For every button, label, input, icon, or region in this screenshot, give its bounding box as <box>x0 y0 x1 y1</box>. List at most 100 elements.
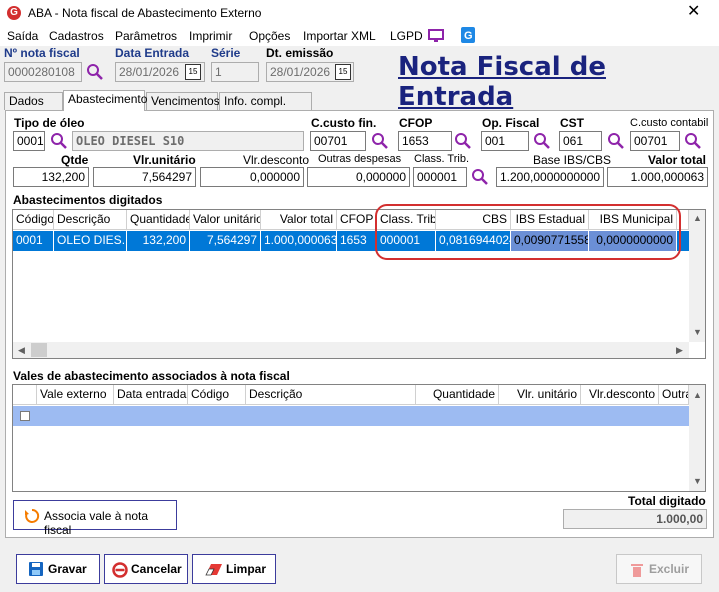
col-valor-total[interactable]: Valor total <box>261 210 337 230</box>
search-ccusto-contabil-icon[interactable] <box>684 132 702 150</box>
monitor-icon[interactable] <box>428 29 444 43</box>
associa-vale-button[interactable]: Associa vale à nota fiscal <box>13 500 177 537</box>
search-nota-icon[interactable] <box>86 63 104 81</box>
class-trib-field[interactable]: 000001 <box>413 167 467 187</box>
menu-opcoes[interactable]: Opções <box>249 29 290 43</box>
op-fiscal-label: Op. Fiscal <box>482 116 540 130</box>
ccusto-contabil-label: C.custo contabil <box>630 117 709 129</box>
menu-parametros[interactable]: Parâmetros <box>115 29 177 43</box>
tab-dados-nf[interactable]: Dados NF <box>4 92 63 124</box>
tab-vencimentos[interactable]: Vencimentos <box>146 92 220 110</box>
calendar-entrada-icon[interactable]: 15 <box>185 64 201 80</box>
scroll-thumb[interactable] <box>31 343 47 357</box>
col-codigo[interactable]: Código <box>13 210 54 230</box>
search-cst-icon[interactable] <box>607 132 625 150</box>
tipo-oleo-code-field[interactable]: 0001 <box>13 131 45 151</box>
page-title: Nota Fiscal de Entrada <box>398 52 606 112</box>
cell-quantidade: 132,200 <box>127 231 190 251</box>
serie-label: Série <box>211 46 241 60</box>
col-cfop[interactable]: CFOP <box>337 210 377 230</box>
vlr-unitario-label: Vlr.unitário <box>133 153 196 167</box>
serie-field[interactable]: 1 <box>211 62 259 82</box>
abastecimentos-title: Abastecimentos digitados <box>13 193 163 207</box>
close-icon[interactable]: ✕ <box>687 3 700 21</box>
tab-abastecimento[interactable]: Abastecimento <box>63 90 147 111</box>
cancel-icon <box>112 562 128 578</box>
data-entrada-value: 28/01/2026 <box>119 65 180 79</box>
ccusto-fin-field[interactable]: 00701 <box>310 131 366 151</box>
menu-cadastros[interactable]: Cadastros <box>49 29 104 43</box>
scroll-up-icon[interactable]: ▲ <box>689 210 705 226</box>
vlr-desconto-field[interactable]: 0,000000 <box>200 167 304 187</box>
op-fiscal-field[interactable]: 001 <box>481 131 529 151</box>
menu-saida[interactable]: Saída <box>7 29 38 43</box>
associa-vale-label: Associa vale à nota fiscal <box>44 509 149 537</box>
vlr-unitario-field[interactable]: 7,564297 <box>93 167 196 187</box>
gravar-button[interactable]: Gravar <box>16 554 100 584</box>
nota-field[interactable]: 0000280108 <box>4 62 82 82</box>
col-descricao[interactable]: Descrição <box>54 210 127 230</box>
ccusto-contabil-field[interactable]: 00701 <box>630 131 680 151</box>
col-data-entrada[interactable]: Data entrada <box>114 385 188 405</box>
calendar-emissao-icon[interactable]: 15 <box>335 64 351 80</box>
limpar-label: Limpar <box>226 562 267 576</box>
cfop-field[interactable]: 1653 <box>398 131 452 151</box>
scroll-down-icon[interactable]: ▼ <box>689 324 705 340</box>
col-quantidade[interactable]: Quantidade <box>127 210 190 230</box>
col-check <box>13 385 37 405</box>
vales-scroll-up-icon[interactable]: ▲ <box>689 387 705 403</box>
vales-vscroll[interactable]: ▲ ▼ <box>689 385 705 491</box>
cst-field[interactable]: 061 <box>559 131 602 151</box>
trash-icon <box>631 564 643 577</box>
scroll-left-icon[interactable]: ◀ <box>13 342 30 358</box>
row-checkbox[interactable] <box>20 411 30 421</box>
menu-imprimir[interactable]: Imprimir <box>189 29 232 43</box>
vales-empty-row[interactable] <box>13 406 689 426</box>
highlight-annotation <box>375 204 681 260</box>
app-g-icon[interactable]: G <box>461 27 475 43</box>
eraser-icon <box>205 564 222 576</box>
tipo-oleo-desc-field: OLEO DIESEL S10 <box>72 131 304 151</box>
base-ibs-label: Base IBS/CBS <box>533 153 612 167</box>
ccusto-fin-label: C.custo fin. <box>311 116 377 130</box>
dt-emissao-value: 28/01/2026 <box>270 65 331 79</box>
vales-grid[interactable]: Vale externo Data entrada Código Descriç… <box>12 384 706 492</box>
col-vlr-desconto-vale[interactable]: Vlr.desconto <box>581 385 659 405</box>
abastecimentos-hscroll[interactable]: ◀ ▶ <box>13 342 689 358</box>
cancelar-button[interactable]: Cancelar <box>104 554 188 584</box>
col-valor-unitario[interactable]: Valor unitário <box>190 210 261 230</box>
save-icon <box>29 562 43 576</box>
refresh-icon <box>25 508 40 523</box>
class-trib-label: Class. Trib. <box>414 153 470 165</box>
cfop-label: CFOP <box>399 116 433 130</box>
tipo-oleo-label: Tipo de óleo <box>14 116 85 130</box>
tab-info-compl-sped[interactable]: Info. compl. Sped <box>219 92 312 124</box>
limpar-button[interactable]: Limpar <box>192 554 276 584</box>
search-tipo-oleo-icon[interactable] <box>50 132 68 150</box>
valor-total-field[interactable]: 1.000,000063 <box>607 167 708 187</box>
excluir-button[interactable]: Excluir <box>616 554 702 584</box>
search-class-trib-icon[interactable] <box>471 168 489 186</box>
search-ccusto-fin-icon[interactable] <box>371 132 389 150</box>
search-op-fiscal-icon[interactable] <box>533 132 551 150</box>
col-vlr-unitario-vale[interactable]: Vlr. unitário <box>499 385 581 405</box>
menu-lgpd[interactable]: LGPD <box>390 29 423 43</box>
col-vale-externo[interactable]: Vale externo <box>37 385 114 405</box>
scroll-right-icon[interactable]: ▶ <box>671 342 688 358</box>
vales-scroll-down-icon[interactable]: ▼ <box>689 473 705 489</box>
col-outras-vale[interactable]: Outras <box>659 385 689 405</box>
outras-despesas-field[interactable]: 0,000000 <box>307 167 410 187</box>
col-codigo-vale[interactable]: Código <box>188 385 246 405</box>
col-quantidade-vale[interactable]: Quantidade <box>416 385 499 405</box>
app-logo-icon: G <box>7 6 21 20</box>
qtde-field[interactable]: 132,200 <box>13 167 89 187</box>
abastecimentos-vscroll[interactable]: ▲ ▼ <box>689 210 705 342</box>
base-ibs-field[interactable]: 1.200,0000000000 <box>496 167 604 187</box>
menu-importar-xml[interactable]: Importar XML <box>303 29 376 43</box>
cell-valor-total: 1.000,000063 <box>261 231 337 251</box>
vlr-desconto-label: Vlr.desconto <box>243 153 310 167</box>
search-cfop-icon[interactable] <box>454 132 472 150</box>
total-digitado-label: Total digitado <box>628 494 706 508</box>
outras-despesas-label: Outras despesas <box>318 153 402 165</box>
col-descricao-vale[interactable]: Descrição <box>246 385 416 405</box>
